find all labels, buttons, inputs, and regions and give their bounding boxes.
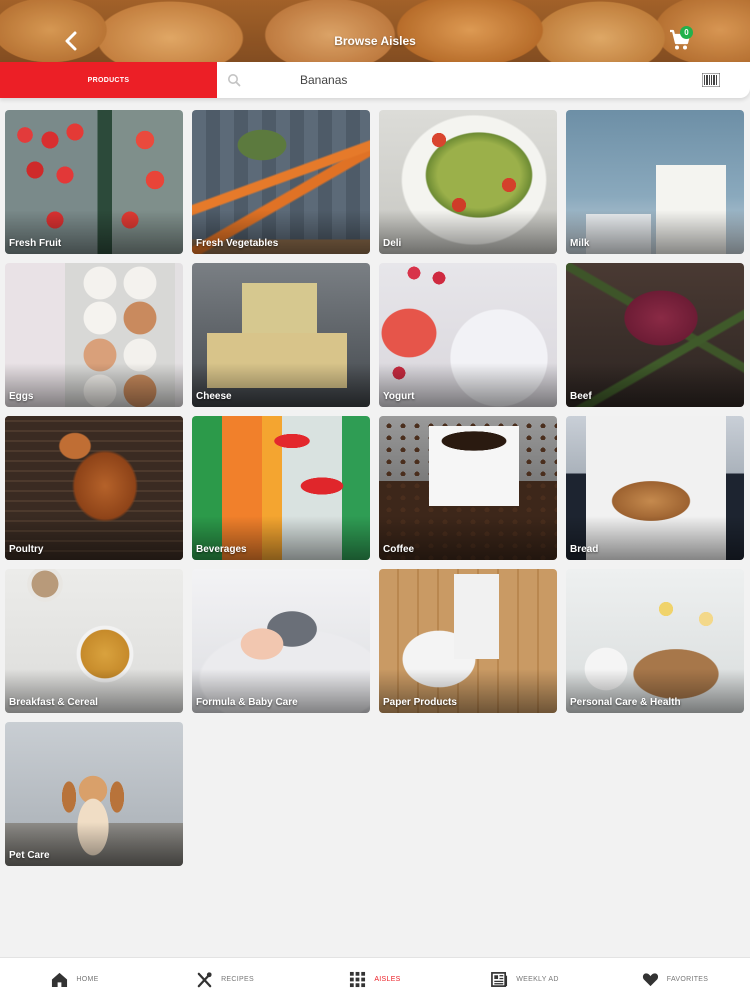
- aisle-label: Fresh Fruit: [9, 238, 62, 249]
- aisle-label: Poultry: [9, 544, 44, 555]
- aisle-label: Eggs: [9, 391, 34, 402]
- aisle-label: Milk: [570, 238, 590, 249]
- aisle-label: Formula & Baby Care: [196, 697, 298, 708]
- aisle-tile-beverages[interactable]: Beverages: [192, 416, 370, 560]
- nav-label: FAVORITES: [666, 975, 709, 983]
- aisle-label: Yogurt: [383, 391, 415, 402]
- utensils-icon: [197, 971, 212, 987]
- aisle-tile-beef[interactable]: Beef: [566, 263, 744, 407]
- paper-products-image: [379, 569, 557, 713]
- aisle-tile-fresh-vegetables[interactable]: Fresh Vegetables: [192, 110, 370, 254]
- aisle-tile-personal-care-health[interactable]: Personal Care & Health: [566, 569, 744, 713]
- aisle-tile-fresh-fruit[interactable]: Fresh Fruit: [5, 110, 183, 254]
- aisle-label: Bread: [570, 544, 599, 555]
- milk-image: [566, 110, 744, 254]
- bread-image: [566, 416, 744, 560]
- nav-item-recipes[interactable]: RECIPES: [150, 958, 300, 1000]
- aisle-tile-breakfast-cereal[interactable]: Breakfast & Cereal: [5, 569, 183, 713]
- heart-icon: [642, 972, 658, 986]
- aisle-tile-poultry[interactable]: Poultry: [5, 416, 183, 560]
- aisle-tile-paper-products[interactable]: Paper Products: [379, 569, 557, 713]
- bottom-nav: HOME RECIPES AISLES WEEKLY AD FAVORITES: [0, 957, 750, 1000]
- deli-image: [379, 110, 557, 254]
- personal-care-health-image: [566, 569, 744, 713]
- aisle-label: Beverages: [196, 544, 247, 555]
- aisle-tile-pet-care[interactable]: Pet Care: [5, 722, 183, 866]
- aisle-label: Fresh Vegetables: [196, 238, 279, 249]
- breakfast-cereal-image: [5, 569, 183, 713]
- aisle-tile-eggs[interactable]: Eggs: [5, 263, 183, 407]
- aisle-label: Cheese: [196, 391, 232, 402]
- nav-label: HOME: [76, 975, 99, 983]
- beverages-image: [192, 416, 370, 560]
- aisle-label: Personal Care & Health: [570, 697, 681, 708]
- aisle-label: Paper Products: [383, 697, 457, 708]
- barcode-icon[interactable]: [702, 73, 720, 87]
- page-title: Browse Aisles: [334, 34, 416, 48]
- nav-item-home[interactable]: HOME: [0, 958, 150, 1000]
- nav-item-favorites[interactable]: FAVORITES: [600, 958, 750, 1000]
- cheese-image: [192, 263, 370, 407]
- formula-baby-care-image: [192, 569, 370, 713]
- search-input[interactable]: [300, 70, 660, 90]
- aisle-tile-bread[interactable]: Bread: [566, 416, 744, 560]
- eggs-image: [5, 263, 183, 407]
- home-icon: [52, 972, 68, 987]
- poultry-image: [5, 416, 183, 560]
- cart-count-badge: 0: [680, 26, 693, 39]
- nav-label: WEEKLY AD: [516, 975, 559, 983]
- aisle-label: Deli: [383, 238, 402, 249]
- aisle-grid: Fresh Fruit Fresh Vegetables Deli Milk E…: [5, 110, 746, 866]
- products-tab[interactable]: PRODUCTS: [0, 62, 217, 98]
- fresh-fruit-image: [5, 110, 183, 254]
- aisle-label: Coffee: [383, 544, 415, 555]
- aisle-label: Pet Care: [9, 850, 50, 861]
- aisle-tile-deli[interactable]: Deli: [379, 110, 557, 254]
- fresh-vegetables-image: [192, 110, 370, 254]
- aisle-tile-cheese[interactable]: Cheese: [192, 263, 370, 407]
- newspaper-icon: [491, 971, 508, 987]
- nav-label: RECIPES: [221, 975, 254, 983]
- yogurt-image: [379, 263, 557, 407]
- nav-item-aisles[interactable]: AISLES: [300, 958, 450, 1000]
- header-banner: Browse Aisles 0: [0, 0, 750, 62]
- nav-label: AISLES: [374, 975, 401, 983]
- aisle-tile-milk[interactable]: Milk: [566, 110, 744, 254]
- beef-image: [566, 263, 744, 407]
- grid-icon: [350, 971, 366, 987]
- search-icon: [228, 74, 241, 87]
- aisle-tile-coffee[interactable]: Coffee: [379, 416, 557, 560]
- pet-care-image: [5, 722, 183, 866]
- aisle-tile-formula-baby-care[interactable]: Formula & Baby Care: [192, 569, 370, 713]
- coffee-image: [379, 416, 557, 560]
- search-bar: PRODUCTS: [0, 62, 750, 98]
- nav-item-weekly-ad[interactable]: WEEKLY AD: [450, 958, 600, 1000]
- aisle-label: Beef: [570, 391, 592, 402]
- aisle-tile-yogurt[interactable]: Yogurt: [379, 263, 557, 407]
- aisle-label: Breakfast & Cereal: [9, 697, 98, 708]
